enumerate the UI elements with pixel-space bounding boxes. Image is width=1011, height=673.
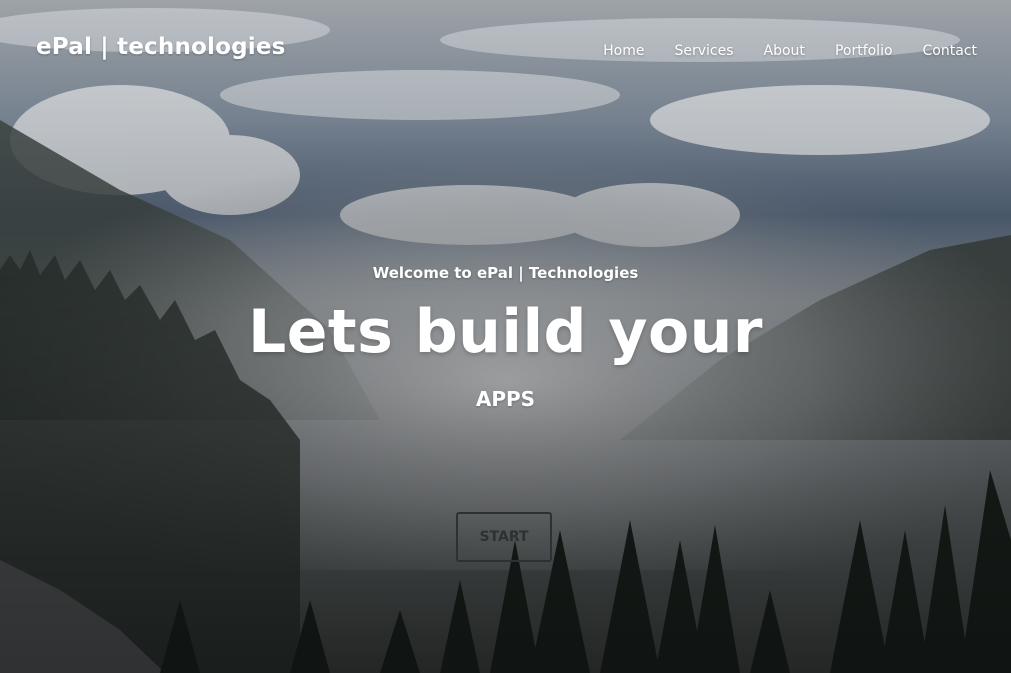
nav-link-services[interactable]: Services [674,43,733,59]
nav-link-home[interactable]: Home [603,43,644,59]
hero-section: ePal | technologies Home Services About … [0,0,1011,673]
nav-link-contact[interactable]: Contact [923,43,977,59]
nav-item-about: About [764,40,805,59]
hero-headline: Lets build your [248,297,763,367]
nav-item-contact: Contact [923,40,977,59]
start-button[interactable]: START [456,512,552,562]
main-navigation: Home Services About Portfolio Contact [603,40,977,59]
nav-item-home: Home [603,40,644,59]
hero-subtitle: Welcome to ePal | Technologies [372,264,639,282]
nav-item-portfolio: Portfolio [835,40,893,59]
nav-link-portfolio[interactable]: Portfolio [835,43,893,59]
nav-item-services: Services [674,40,733,59]
hero-tagline: APPS [475,387,536,411]
brand-logo-link[interactable]: ePal | technologies [36,34,286,60]
nav-link-about[interactable]: About [764,43,805,59]
